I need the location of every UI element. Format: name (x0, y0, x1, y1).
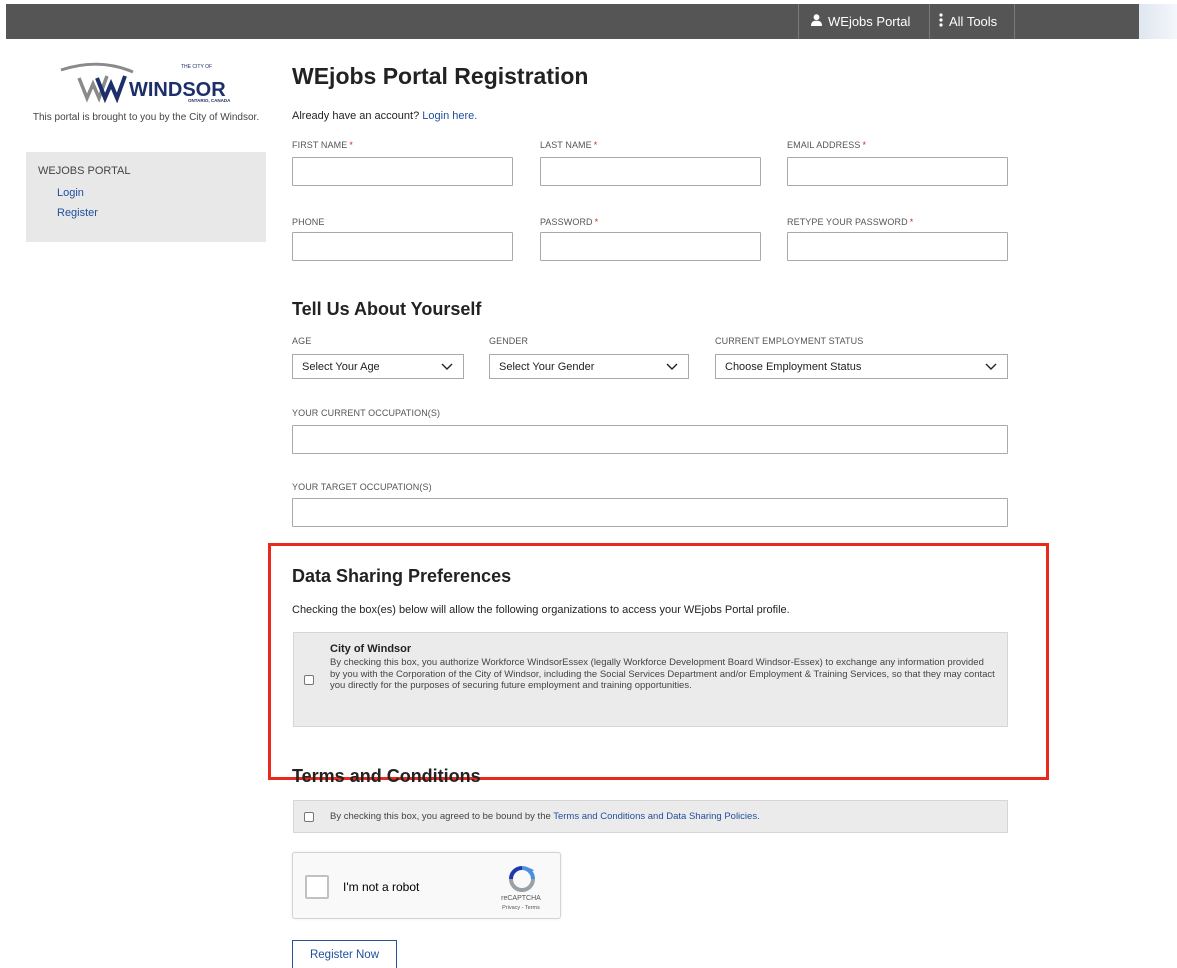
first-name-label: FIRST NAME * (292, 140, 353, 150)
last-name-label: LAST NAME * (540, 140, 598, 150)
all-tools-menu[interactable]: All Tools (929, 4, 1015, 39)
data-sharing-description: Checking the box(es) below will allow th… (292, 604, 790, 616)
windsor-logo[interactable]: WINDSOR THE CITY OF ONTARIO, CANADA (55, 58, 240, 104)
recaptcha-label: I'm not a robot (343, 880, 420, 894)
chevron-down-icon (441, 363, 453, 370)
employment-status-label: CURRENT EMPLOYMENT STATUS (715, 336, 864, 346)
portal-sponsor-text: This portal is brought to you by the Cit… (32, 112, 260, 123)
gender-select[interactable]: Select Your Gender (489, 354, 689, 379)
data-sharing-title: Data Sharing Preferences (292, 566, 512, 586)
chevron-down-icon (985, 363, 997, 370)
recaptcha-icon (509, 866, 535, 892)
all-tools-label: All Tools (949, 14, 998, 29)
terms-checkbox[interactable] (304, 812, 314, 822)
sidebar-section-title: WEJOBS PORTAL (38, 165, 131, 177)
age-select[interactable]: Select Your Age (292, 354, 464, 379)
topbar-edge (1139, 4, 1177, 39)
recaptcha-widget: I'm not a robot reCAPTCHA Privacy - Term… (292, 852, 561, 919)
target-occupation-field[interactable] (292, 498, 1008, 527)
terms-text: By checking this box, you agreed to be b… (330, 811, 760, 822)
data-sharing-org-text: By checking this box, you authorize Work… (330, 657, 995, 691)
sidebar-item-register[interactable]: Register (57, 207, 98, 219)
data-sharing-option: City of Windsor By checking this box, yo… (293, 632, 1008, 727)
password-label: PASSWORD * (540, 217, 599, 227)
register-now-button[interactable]: Register Now (292, 940, 397, 968)
current-occupation-label: YOUR CURRENT OCCUPATION(S) (292, 408, 441, 418)
retype-password-field[interactable] (787, 232, 1008, 261)
password-field[interactable] (540, 232, 761, 261)
recaptcha-checkbox[interactable] (305, 875, 329, 899)
sidebar-item-login[interactable]: Login (57, 187, 84, 199)
chevron-down-icon (666, 363, 678, 370)
retype-password-label: RETYPE YOUR PASSWORD * (787, 217, 914, 227)
terms-statement: By checking this box, you agreed to be b… (330, 811, 551, 822)
already-text: Already have an account? (292, 110, 420, 122)
employment-status-value: Choose Employment Status (725, 360, 862, 373)
phone-label: PHONE (292, 217, 325, 227)
gender-label: GENDER (489, 336, 529, 346)
email-label: EMAIL ADDRESS * (787, 140, 867, 150)
page-title: WEjobs Portal Registration (292, 63, 589, 89)
top-navigation-bar: WEjobs Portal All Tools (6, 4, 1139, 39)
age-label: AGE (292, 336, 312, 346)
wejobs-portal-menu[interactable]: WEjobs Portal (798, 4, 929, 39)
first-name-field[interactable] (292, 157, 513, 186)
logo-small-bottom: ONTARIO, CANADA (188, 98, 231, 103)
target-occupation-label: YOUR TARGET OCCUPATION(S) (292, 482, 432, 492)
email-field[interactable] (787, 157, 1008, 186)
last-name-field[interactable] (540, 157, 761, 186)
login-here-link[interactable]: Login here. (422, 110, 477, 122)
age-select-value: Select Your Age (302, 360, 380, 373)
vertical-dots-icon (939, 13, 943, 30)
already-have-account: Already have an account? Login here. (292, 110, 477, 122)
logo-small-top: THE CITY OF (181, 64, 212, 70)
about-section-title: Tell Us About Yourself (292, 299, 482, 319)
recaptcha-privacy-terms[interactable]: Privacy - Terms (493, 905, 549, 911)
data-sharing-org-name: City of Windsor (330, 643, 412, 655)
terms-section-title: Terms and Conditions (292, 766, 481, 786)
terms-link[interactable]: Terms and Conditions and Data Sharing Po… (553, 811, 759, 822)
wejobs-portal-label: WEjobs Portal (828, 14, 911, 29)
phone-field[interactable] (292, 232, 513, 261)
city-of-windsor-checkbox[interactable] (304, 675, 314, 685)
recaptcha-brand: reCAPTCHA (501, 895, 541, 902)
terms-option: By checking this box, you agreed to be b… (293, 800, 1008, 833)
user-icon (811, 14, 822, 29)
current-occupation-field[interactable] (292, 425, 1008, 454)
employment-status-select[interactable]: Choose Employment Status (715, 354, 1008, 379)
sidebar-nav: WEJOBS PORTAL Login Register (26, 152, 266, 242)
gender-select-value: Select Your Gender (499, 360, 595, 373)
